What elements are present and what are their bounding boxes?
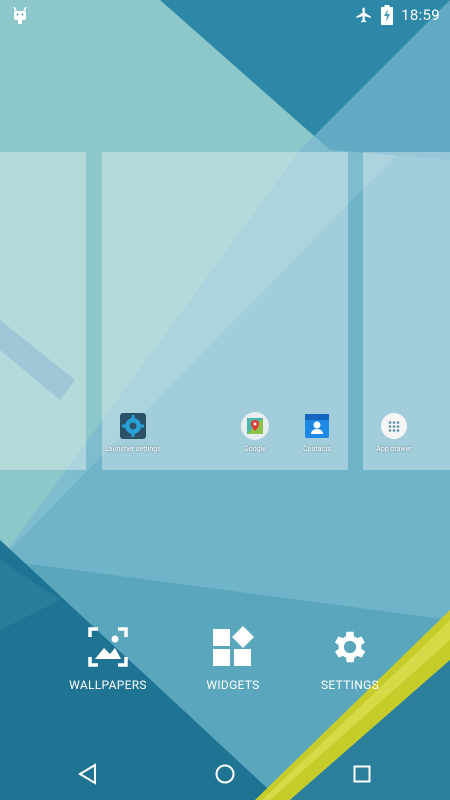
widgets-label: WIDGETS — [206, 678, 260, 692]
widgets-button[interactable]: WIDGETS — [173, 626, 293, 692]
app-label: App drawer — [376, 445, 412, 453]
app-label: Contacts — [302, 445, 332, 453]
navigation-bar — [0, 748, 450, 800]
app-google[interactable]: Google — [220, 411, 290, 453]
google-maps-icon — [241, 412, 269, 440]
settings-gear-icon — [334, 631, 366, 663]
battery-charging-icon — [381, 5, 394, 25]
wallpaper-icon — [88, 627, 128, 667]
app-drawer[interactable]: App drawer — [359, 411, 429, 453]
contacts-icon — [305, 414, 329, 438]
app-contacts[interactable]: Contacts — [282, 411, 352, 453]
settings-label: SETTINGS — [321, 678, 379, 692]
airplane-mode-icon — [356, 7, 371, 23]
app-label: Google — [243, 445, 267, 453]
home-icon[interactable] — [211, 760, 239, 788]
back-icon[interactable] — [74, 760, 102, 788]
overview-options: WALLPAPERS WIDGETS SETTINGS — [0, 626, 450, 696]
widgets-icon — [213, 626, 254, 666]
recents-icon[interactable] — [348, 760, 376, 788]
app-label: Launcher settings — [105, 445, 161, 453]
app-drawer-icon — [381, 413, 407, 439]
settings-button[interactable]: SETTINGS — [290, 626, 410, 692]
wallpapers-label: WALLPAPERS — [69, 678, 147, 692]
gear-icon — [120, 413, 146, 439]
status-time: 18:59 — [401, 6, 440, 24]
wallpapers-button[interactable]: WALLPAPERS — [48, 626, 168, 692]
status-bar: 18:59 — [0, 0, 450, 30]
workspace-page-left[interactable] — [0, 152, 86, 470]
app-launcher-settings[interactable]: Launcher settings — [98, 411, 168, 453]
android-icon — [13, 6, 27, 24]
